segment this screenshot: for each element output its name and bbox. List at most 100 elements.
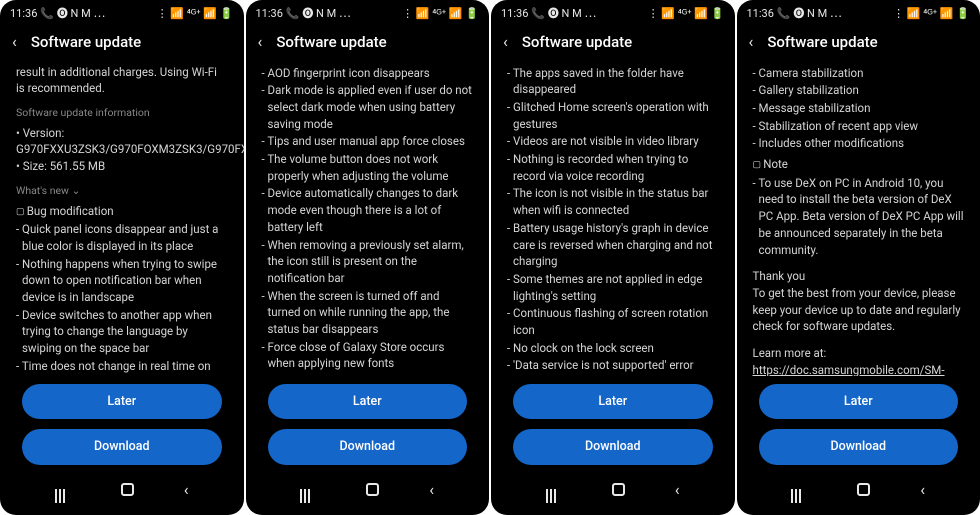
header: ‹ Software update [737,23,980,63]
thank-you: Thank you [753,268,965,285]
list-item: - 'Data service is not supported' error … [507,357,719,375]
nav-back-icon[interactable]: ‹ [184,479,189,501]
later-button[interactable]: Later [513,384,713,420]
release-notes: - AOD fingerprint icon disappears - Dark… [246,64,490,376]
version-value: G970FXXU3ZSK3/G970FOXM3ZSK3/G970FXXU3ZSK… [16,142,244,156]
back-icon[interactable]: ‹ [749,31,754,53]
later-button[interactable]: Later [268,384,468,420]
release-notes: - Camera stabilization - Gallery stabili… [737,64,980,376]
chevron-down-icon: ⌄ [72,184,81,197]
nav-bar: ‹ [246,469,490,515]
button-row: Later Download [737,376,980,469]
list-item: - No clock on the lock screen [507,340,719,357]
version-label: Version: [23,126,65,140]
list-item: - Dark mode is applied even if user do n… [262,82,474,132]
list-item: - Force close of Galaxy Store occurs whe… [262,339,474,372]
list-item: - Gallery stabilization [753,82,965,99]
list-item: - When the screen is turned off and turn… [262,288,474,338]
list-item: - Message stabilization [753,100,965,117]
status-icons-left: 📞 🅞 N M ⋯ [286,6,351,21]
nav-recent-icon[interactable] [546,489,562,491]
back-icon[interactable]: ‹ [503,31,508,53]
later-button[interactable]: Later [759,384,959,420]
note-text: - To use DeX on PC in Android 10, you ne… [753,175,965,258]
status-icons-right: ⋮ 📶 ⁴ᴳ⁺ 📶 🔋 [893,6,970,21]
list-item: - Time does not change in real time on A… [16,358,228,376]
note-heading: Note [753,156,965,173]
list-item: - Videos are not visible in video librar… [507,133,719,150]
list-item: - Some themes are not applied in edge li… [507,271,719,304]
screenshot-panel-4: 11:36 📞 🅞 N M ⋯ ⋮ 📶 ⁴ᴳ⁺ 📶 🔋 ‹ Software u… [737,0,980,515]
release-notes: Bug modification - Quick panel icons dis… [16,203,228,376]
nav-bar: ‹ [737,469,980,515]
clock: 11:36 [10,6,37,21]
list-item: - Nothing is recorded when trying to rec… [507,151,719,184]
whatsnew-label[interactable]: What's new ⌄ [16,184,228,199]
nav-home-icon[interactable] [121,483,134,496]
list-item: - The icon is not visible in the status … [507,185,719,218]
status-bar: 11:36 📞 🅞 N M ⋯ ⋮ 📶 ⁴ᴳ⁺ 📶 🔋 [246,0,490,23]
nav-recent-icon[interactable] [55,489,71,491]
size-value: 561.55 MB [50,159,105,173]
status-bar: 11:36 📞 🅞 N M ⋯ ⋮ 📶 ⁴ᴳ⁺ 📶 🔋 [737,0,980,23]
download-button[interactable]: Download [759,429,959,465]
nav-back-icon[interactable]: ‹ [675,479,680,501]
download-button[interactable]: Download [268,429,468,465]
nav-home-icon[interactable] [366,483,379,496]
closing-message: To get the best from your device, please… [753,285,965,335]
status-icons-right: ⋮ 📶 ⁴ᴳ⁺ 📶 🔋 [648,6,725,21]
list-item: - Tips and user manual app force closes [262,133,474,150]
clock: 11:36 [747,6,774,21]
nav-recent-icon[interactable] [791,489,807,491]
intro-text: result in additional charges. Using Wi-F… [16,64,228,96]
header: ‹ Software update [246,23,490,63]
page-title: Software update [31,32,141,53]
screenshot-panel-1: 11:36 📞 🅞 N M ⋯ ⋮ 📶 ⁴ᴳ⁺ 📶 🔋 ‹ Software u… [0,0,244,515]
download-button[interactable]: Download [22,429,222,465]
header: ‹ Software update [0,23,244,63]
list-item: - When removing a previously set alarm, … [262,237,474,287]
status-icons-left: 📞 🅞 N M ⋯ [40,6,105,21]
button-row: Later Download [491,376,735,469]
status-icons-right: ⋮ 📶 ⁴ᴳ⁺ 📶 🔋 [157,6,234,21]
nav-home-icon[interactable] [857,483,870,496]
list-item: - The apps saved in the folder have disa… [507,65,719,98]
list-item: - Quick panel icons disappear and just a… [16,221,228,254]
content: result in additional charges. Using Wi-F… [0,64,244,376]
release-notes: - The apps saved in the folder have disa… [491,64,735,376]
list-item: - Battery usage history's graph in devic… [507,220,719,270]
later-button[interactable]: Later [22,384,222,420]
status-bar: 11:36 📞 🅞 N M ⋯ ⋮ 📶 ⁴ᴳ⁺ 📶 🔋 [491,0,735,23]
nav-back-icon[interactable]: ‹ [920,479,925,501]
download-button[interactable]: Download [513,429,713,465]
screenshot-panel-2: 11:36 📞 🅞 N M ⋯ ⋮ 📶 ⁴ᴳ⁺ 📶 🔋 ‹ Software u… [246,0,490,515]
status-icons-right: ⋮ 📶 ⁴ᴳ⁺ 📶 🔋 [402,6,479,21]
status-icons-left: 📞 🅞 N M ⋯ [777,6,842,21]
nav-recent-icon[interactable] [300,489,316,491]
status-bar: 11:36 📞 🅞 N M ⋯ ⋮ 📶 ⁴ᴳ⁺ 📶 🔋 [0,0,244,23]
nav-home-icon[interactable] [612,483,625,496]
list-item: - Camera stabilization [753,65,965,82]
list-item: - Device switches to another app when tr… [16,307,228,357]
list-item: - Stabilization of recent app view [753,118,965,135]
button-row: Later Download [0,376,244,469]
nav-bar: ‹ [0,469,244,515]
nav-bar: ‹ [491,469,735,515]
list-item: - Continuous flashing of screen rotation… [507,305,719,338]
page-title: Software update [767,32,877,53]
screenshot-panel-3: 11:36 📞 🅞 N M ⋯ ⋮ 📶 ⁴ᴳ⁺ 📶 🔋 ‹ Software u… [491,0,735,515]
list-item: - Glitched Home screen's operation with … [507,99,719,132]
status-icons-left: 📞 🅞 N M ⋯ [531,6,596,21]
nav-back-icon[interactable]: ‹ [429,479,434,501]
back-icon[interactable]: ‹ [258,31,263,53]
header: ‹ Software update [491,23,735,63]
list-item: - Includes other modifications [753,135,965,152]
bug-modification-heading: Bug modification [16,203,228,220]
list-item: - Nothing happens when trying to swipe d… [16,256,228,306]
learn-more-link[interactable]: https://doc.samsungmobile.com/SM-G970F/I… [753,362,965,376]
list-item: - Device automatically changes to dark m… [262,185,474,235]
page-title: Software update [276,32,386,53]
list-item: - The volume button does not work proper… [262,151,474,184]
back-icon[interactable]: ‹ [12,31,17,53]
info-label: Software update information [16,106,228,121]
